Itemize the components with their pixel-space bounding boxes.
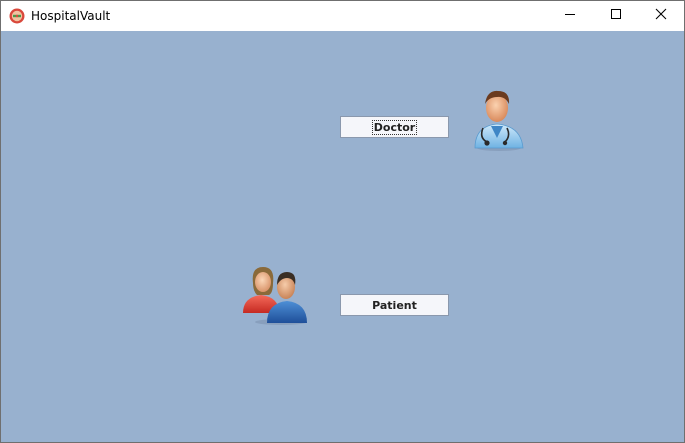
title-bar[interactable]: HospitalVault xyxy=(1,1,684,31)
minimize-icon xyxy=(564,7,576,25)
patient-button[interactable]: Patient xyxy=(340,294,449,316)
app-logo-icon xyxy=(9,8,25,24)
doctor-button-label: Doctor xyxy=(371,119,418,135)
minimize-button[interactable] xyxy=(547,1,593,31)
maximize-button[interactable] xyxy=(593,1,639,31)
doctor-icon xyxy=(467,86,527,152)
app-window: HospitalVault Doctor Patient xyxy=(0,0,685,443)
main-content: Doctor Patient xyxy=(1,31,684,442)
window-title: HospitalVault xyxy=(31,9,111,23)
close-button[interactable] xyxy=(638,1,684,31)
maximize-icon xyxy=(610,7,622,25)
doctor-button[interactable]: Doctor xyxy=(340,116,449,138)
close-icon xyxy=(655,7,667,25)
patients-icon xyxy=(241,263,311,325)
